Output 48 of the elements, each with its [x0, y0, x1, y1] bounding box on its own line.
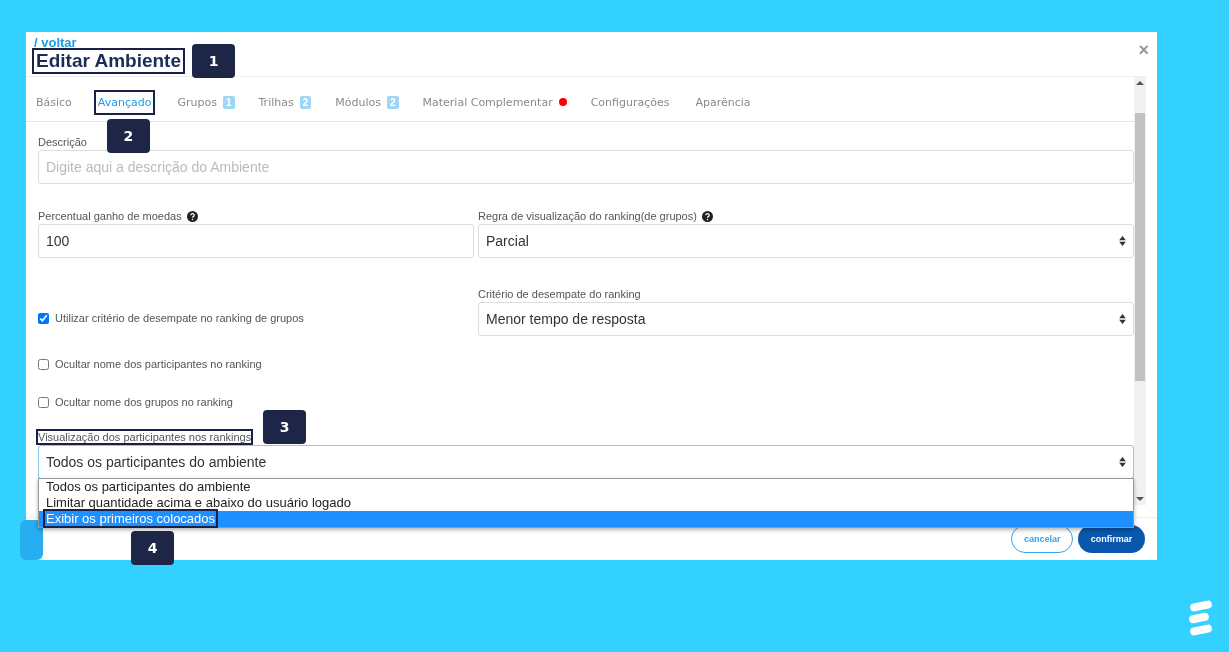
- checkbox-label: Utilizar critério de desempate no ranking de grupos: [55, 312, 304, 324]
- count-badge: 2: [299, 95, 312, 109]
- tab[interactable]: Básico: [34, 91, 74, 113]
- option-highlight: Exibir os primeiros colocados: [45, 511, 217, 526]
- checkbox[interactable]: [38, 396, 49, 408]
- tab[interactable]: Avançado: [95, 91, 154, 113]
- select-value: Parcial: [486, 233, 529, 249]
- checkbox-label: Ocultar nome dos participantes no ranking: [55, 358, 262, 370]
- checkbox[interactable]: [38, 312, 49, 324]
- callout-badge: 3: [263, 410, 307, 444]
- dropdown-option[interactable]: Exibir os primeiros colocados: [39, 511, 1133, 527]
- checkbox-label: Ocultar nome dos grupos no ranking: [55, 396, 233, 408]
- field-label: Percentual ganho de moedas: [38, 210, 182, 222]
- logo-icon: [1188, 599, 1214, 637]
- checkbox[interactable]: [38, 358, 49, 370]
- tab[interactable]: Material Complementar: [420, 91, 555, 113]
- coins-field[interactable]: 100: [38, 224, 474, 258]
- tab[interactable]: Configurações: [588, 91, 672, 113]
- field-label: Critério de desempate do ranking: [478, 288, 642, 300]
- ranking-rule-select[interactable]: Parcial: [478, 224, 1134, 258]
- select-value: Todos os participantes do ambiente: [46, 454, 267, 470]
- callout-badge: 1: [192, 44, 235, 78]
- participants-select[interactable]: Todos os participantes do ambiente: [38, 445, 1134, 479]
- select-value: Menor tempo de resposta: [486, 311, 646, 327]
- tab[interactable]: Aparência: [693, 91, 753, 113]
- count-badge: 2: [386, 95, 399, 109]
- dropdown-option[interactable]: Limitar quantidade acima e abaixo do usuário logado: [39, 495, 1133, 511]
- scrollbar[interactable]: [1134, 77, 1146, 505]
- count-badge: 1: [222, 95, 235, 109]
- tab[interactable]: Módulos: [333, 91, 383, 113]
- field-label: Regra de visualização do ranking(de grupos): [478, 210, 697, 222]
- modal-title: Editar Ambiente: [34, 50, 183, 72]
- tab[interactable]: Grupos: [175, 91, 219, 113]
- callout-badge: 2: [106, 119, 150, 153]
- dropdown-option[interactable]: Todos os participantes do ambiente: [39, 479, 1133, 495]
- help-icon[interactable]: [186, 210, 198, 222]
- description-field[interactable]: Digite aqui a descrição do Ambiente: [38, 150, 1134, 184]
- sort-arrows-icon: [1119, 457, 1126, 467]
- sort-arrows-icon: [1119, 236, 1126, 246]
- tiebreak-select[interactable]: Menor tempo de resposta: [478, 302, 1134, 336]
- field-label: Visualização dos participantes nos rankings: [38, 431, 252, 443]
- callout-badge: 4: [131, 531, 174, 565]
- scroll-thumb[interactable]: [1135, 113, 1145, 381]
- help-icon[interactable]: [701, 210, 713, 222]
- back-link[interactable]: / voltar: [34, 36, 77, 50]
- sort-arrows-icon: [1119, 314, 1126, 324]
- close-button[interactable]: ×: [1138, 40, 1149, 61]
- tab[interactable]: Trilhas: [256, 91, 296, 113]
